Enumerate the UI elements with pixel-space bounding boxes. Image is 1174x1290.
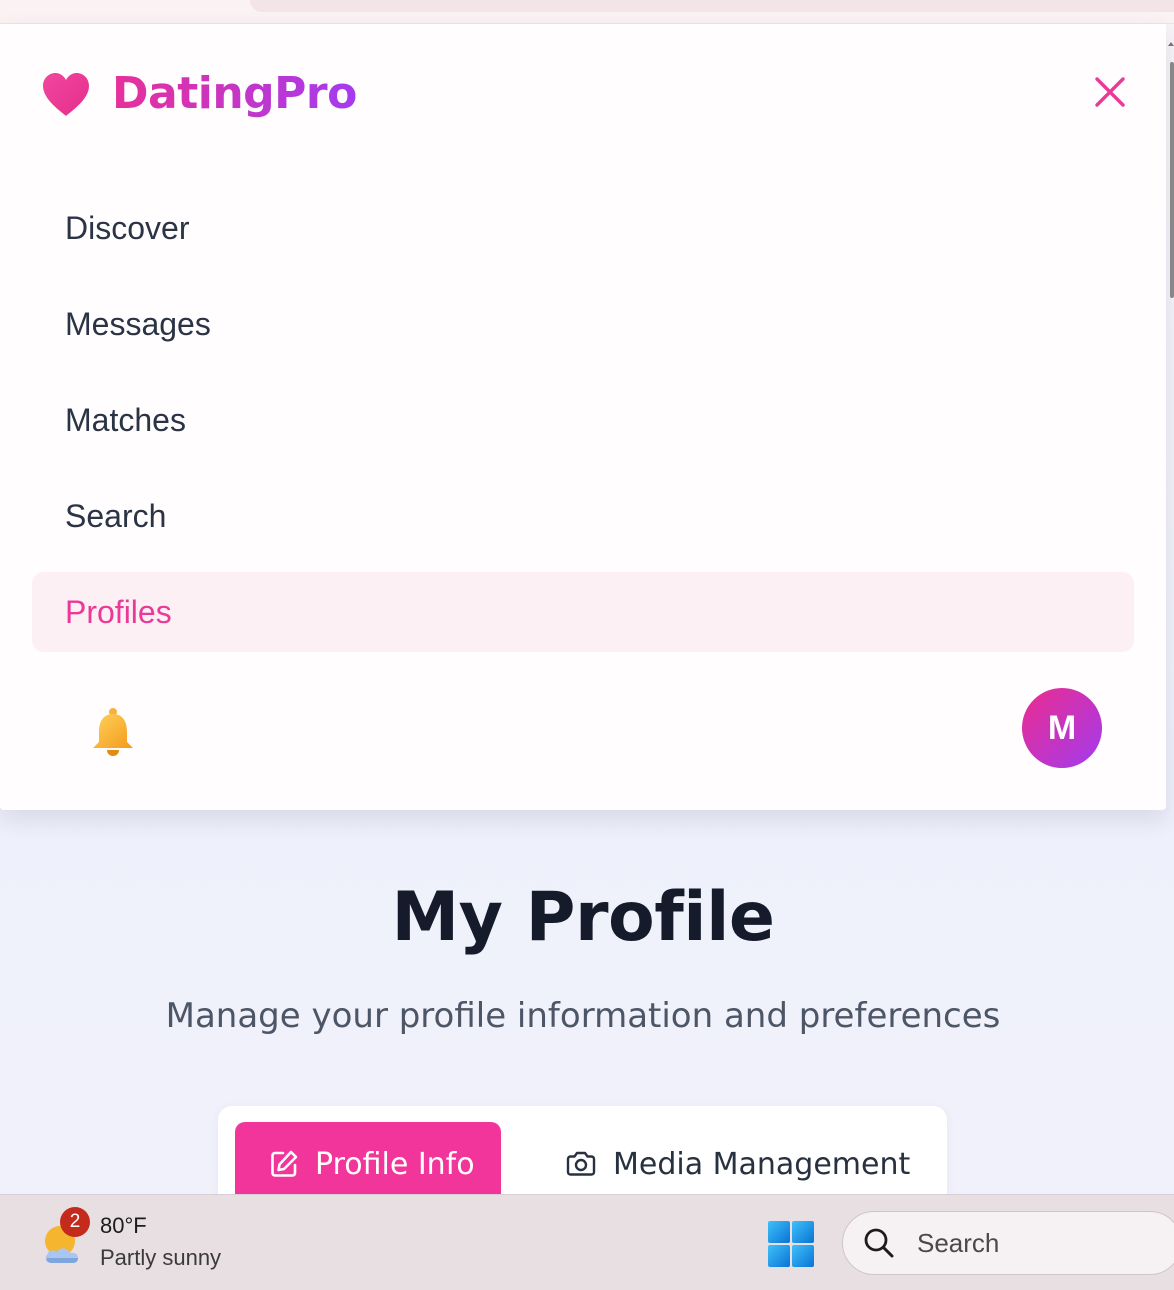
- nav-item-search[interactable]: Search: [32, 476, 1134, 556]
- profile-tabs: Profile Info Media Management: [218, 1106, 947, 1206]
- page-title: My Profile: [391, 878, 775, 957]
- notification-bell-icon[interactable]: [88, 706, 138, 758]
- page-scrollbar[interactable]: [1168, 40, 1174, 1190]
- weather-description: Partly sunny: [100, 1245, 222, 1270]
- drawer-footer: M: [0, 684, 1166, 774]
- heart-icon: [43, 72, 89, 116]
- user-avatar[interactable]: M: [1022, 688, 1102, 768]
- nav-item-messages[interactable]: Messages: [32, 284, 1134, 364]
- close-icon: [1095, 77, 1125, 107]
- tab-profile-info-label: Profile Info: [315, 1146, 475, 1182]
- browser-top-strip: [0, 0, 1174, 24]
- browser-tab-shape: [250, 0, 1174, 12]
- weather-widget[interactable]: 2 80°F Partly sunny: [40, 1207, 260, 1275]
- taskbar-search-box[interactable]: Search: [842, 1211, 1174, 1275]
- tab-media-management-label: Media Management: [613, 1146, 911, 1182]
- taskbar-search-label: Search: [917, 1227, 1000, 1258]
- camera-icon: [566, 1151, 596, 1176]
- drawer-nav: Discover Messages Matches Search Profile…: [32, 188, 1134, 668]
- nav-item-profiles[interactable]: Profiles: [32, 572, 1134, 652]
- edit-icon: [271, 1150, 298, 1177]
- scrollbar-thumb[interactable]: [1170, 62, 1174, 298]
- search-icon: [864, 1228, 894, 1258]
- nav-item-discover[interactable]: Discover: [32, 188, 1134, 268]
- avatar-initial: M: [1047, 708, 1077, 747]
- close-menu-button[interactable]: [1088, 70, 1132, 114]
- weather-temperature: 80°F: [100, 1213, 147, 1238]
- nav-item-matches[interactable]: Matches: [32, 380, 1134, 460]
- os-taskbar: 2 80°F Partly sunny Search: [0, 1194, 1174, 1290]
- mobile-nav-drawer: DatingPro Discover Messages Matches Sear…: [0, 24, 1166, 810]
- windows-start-icon[interactable]: [766, 1219, 816, 1269]
- brand-name: DatingPro: [112, 68, 357, 119]
- brand-logo[interactable]: DatingPro: [40, 68, 357, 119]
- weather-notification-badge: 2: [60, 1207, 90, 1237]
- page-subtitle: Manage your profile information and pref…: [165, 996, 1001, 1036]
- scroll-up-arrow[interactable]: [1168, 40, 1174, 46]
